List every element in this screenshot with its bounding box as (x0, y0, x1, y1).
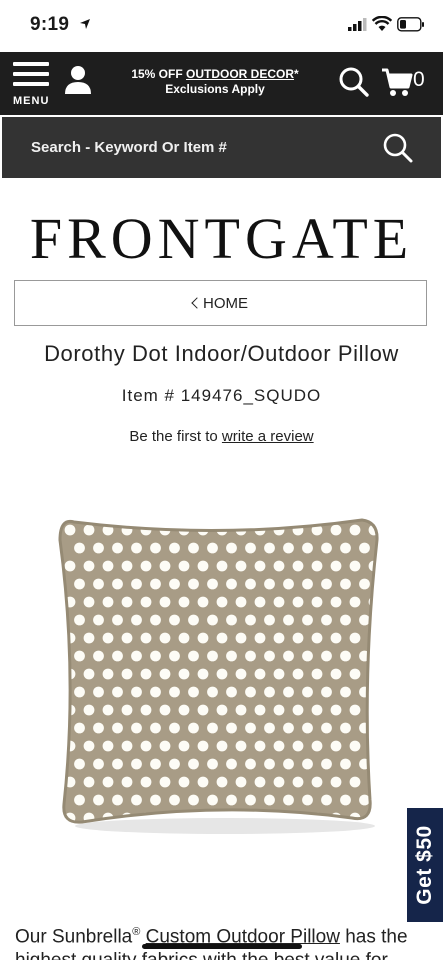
cellular-signal-icon (348, 18, 367, 31)
desc-line2: highest quality fabrics with the best va… (15, 949, 435, 960)
promo-exclusions: Exclusions Apply (165, 82, 265, 96)
battery-icon (397, 17, 424, 32)
search-submit-icon[interactable] (382, 132, 414, 164)
promo-banner[interactable]: 15% OFF OUTDOOR DECOR* Exclusions Apply (120, 67, 310, 97)
status-time: 9:19 (30, 14, 70, 35)
search-icon[interactable] (338, 66, 370, 98)
desc-suffix: has the (339, 926, 408, 948)
promo-link[interactable]: OUTDOOR DECOR (186, 67, 294, 81)
wifi-icon (372, 16, 392, 31)
product-description: Our Sunbrella® Custom Outdoor Pillow has… (15, 920, 435, 960)
home-breadcrumb-button[interactable]: HOME (14, 280, 427, 326)
promo-prefix: 15% OFF (131, 67, 186, 81)
frontgate-logo[interactable]: FRONTGATE (0, 208, 443, 270)
pillow-shadow (75, 818, 375, 834)
status-bar: 9:19 (0, 0, 443, 52)
location-arrow-icon (80, 19, 90, 29)
home-indicator (142, 944, 302, 949)
review-prefix: Be the first to (129, 428, 222, 445)
review-prompt: Be the first to write a review (0, 428, 443, 445)
top-nav: MENU 15% OFF OUTDOOR DECOR* Exclusions A… (0, 52, 443, 115)
hamburger-icon (12, 62, 52, 86)
search-bar[interactable]: Search - Keyword Or Item # (2, 117, 441, 178)
chevron-left-icon (191, 297, 203, 309)
menu-button[interactable]: MENU (12, 62, 52, 110)
item-number: Item # 149476_SQUDO (121, 386, 322, 405)
get-50-tab[interactable]: Get $50 (407, 808, 443, 922)
search-input[interactable]: Search - Keyword Or Item # (31, 139, 227, 156)
registered-mark: ® (132, 926, 141, 938)
home-label: HOME (203, 295, 248, 312)
desc-prefix: Our Sunbrella (15, 926, 133, 948)
get-50-label: Get $50 (413, 825, 436, 905)
menu-label: MENU (13, 95, 50, 107)
account-icon[interactable] (62, 64, 94, 96)
write-review-link[interactable]: write a review (222, 428, 314, 445)
promo-suffix: * (294, 67, 299, 81)
cart-icon[interactable] (381, 67, 413, 99)
product-title: Dorothy Dot Indoor/Outdoor Pillow (44, 341, 399, 366)
product-image[interactable] (40, 500, 400, 850)
cart-count[interactable]: 0 (413, 68, 425, 92)
